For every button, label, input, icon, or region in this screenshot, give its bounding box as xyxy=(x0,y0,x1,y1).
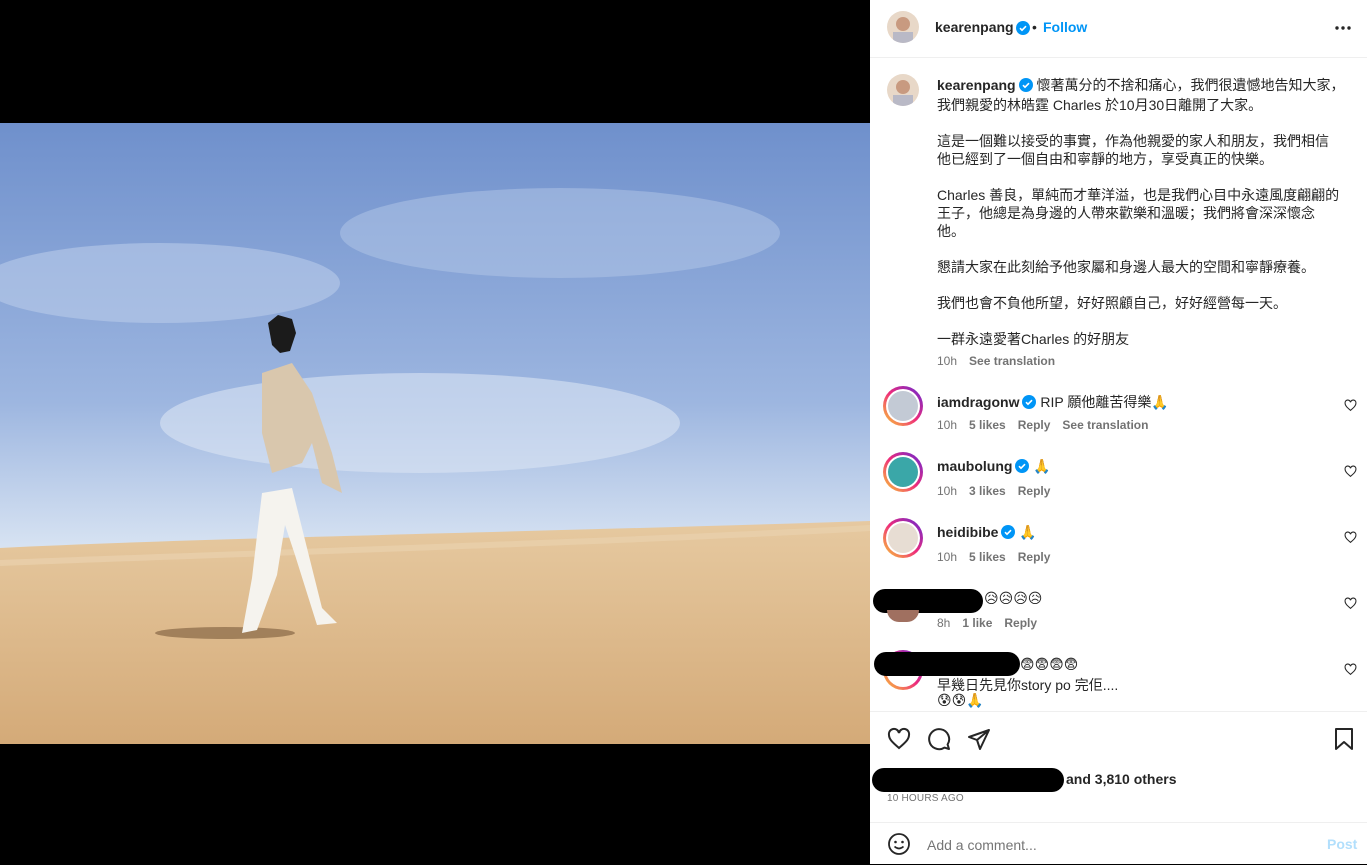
caption-line: 一群永遠愛著Charles 的好朋友 xyxy=(937,331,1130,347)
caption-username[interactable]: kearenpang xyxy=(937,77,1016,93)
comment-likes[interactable]: 5 likes xyxy=(969,418,1006,432)
reply-button[interactable]: Reply xyxy=(1018,484,1051,498)
caption-avatar[interactable] xyxy=(887,74,919,106)
comment-2: maubolung 🙏 xyxy=(937,458,1051,476)
like-icon[interactable] xyxy=(887,727,911,756)
verified-icon xyxy=(1001,525,1016,542)
comment-meta: 10h 5 likes Reply See translation xyxy=(937,418,1160,432)
comment-time: 10h xyxy=(937,484,958,498)
comment-meta: 10h 3 likes Reply xyxy=(937,484,1062,498)
comment-username[interactable]: heidibibe xyxy=(937,524,998,540)
media-viewer xyxy=(0,0,870,864)
comment-text: 😨😨😨😨 xyxy=(1020,656,1079,672)
bookmark-icon[interactable] xyxy=(1333,727,1355,756)
comment-avatar[interactable] xyxy=(883,518,923,558)
more-options-icon[interactable] xyxy=(1333,18,1353,43)
post-timestamp: 10 HOURS AGO xyxy=(887,793,964,804)
comment-likes[interactable]: 1 like xyxy=(962,616,992,630)
like-comment-icon[interactable] xyxy=(1344,399,1357,417)
caption-line: 這是一個難以接受的事實，作為他親愛的家人和朋友，我們相信 xyxy=(937,133,1329,149)
follow-button[interactable]: Follow xyxy=(1043,19,1087,35)
caption-line: 懷著萬分的不捨和痛心，我們很遺憾地告知大家， xyxy=(1036,77,1345,93)
reply-button[interactable]: Reply xyxy=(1018,550,1051,564)
comment-3: heidibibe 🙏 xyxy=(937,524,1037,542)
comment-text: RIP 願他離苦得樂🙏 xyxy=(1040,394,1169,410)
comment-1: iamdragonw RIP 願他離苦得樂🙏 xyxy=(937,392,1169,412)
share-icon[interactable] xyxy=(967,727,991,756)
comment-icon[interactable] xyxy=(927,727,951,756)
verified-icon xyxy=(1016,21,1030,40)
verified-icon xyxy=(1015,459,1030,476)
post-comment-button[interactable]: Post xyxy=(1327,836,1357,852)
comment-likes[interactable]: 5 likes xyxy=(969,550,1006,564)
separator-dot: • xyxy=(1032,19,1037,35)
reply-button[interactable]: Reply xyxy=(1018,418,1051,432)
caption-meta: 10h See translation xyxy=(937,354,1347,368)
caption-line: 我們也會不負他所望，好好照顧自己，好好經營每一天。 xyxy=(937,295,1287,311)
comment-box: Post xyxy=(870,822,1367,865)
likes-count[interactable]: and 3,810 others xyxy=(1066,771,1177,787)
comment-avatar[interactable] xyxy=(883,386,923,426)
see-translation-link[interactable]: See translation xyxy=(969,354,1055,368)
emoji-icon[interactable] xyxy=(887,832,911,861)
redacted-likers xyxy=(872,768,1064,792)
author-avatar[interactable] xyxy=(887,11,919,43)
like-comment-icon[interactable] xyxy=(1344,663,1357,681)
comment-text: 🙏 xyxy=(1033,458,1051,474)
caption-time: 10h xyxy=(937,354,958,368)
comment-likes[interactable]: 3 likes xyxy=(969,484,1006,498)
post-panel: kearenpang • Follow kearenpang 懷著萬分的不捨和痛… xyxy=(870,0,1367,864)
comment-text-line3: 😰😰🙏 xyxy=(937,692,984,708)
comment-text: 😥😥😥😥 xyxy=(984,590,1043,606)
verified-icon xyxy=(1022,395,1037,412)
author-username[interactable]: kearenpang xyxy=(935,19,1014,35)
comment-time: 10h xyxy=(937,418,958,432)
comment-time: 10h xyxy=(937,550,958,564)
caption-line: Charles 善良，單純而才華洋溢，也是我們心目中永遠風度翩翩的 xyxy=(937,187,1340,203)
like-comment-icon[interactable] xyxy=(1344,597,1357,615)
comment-username[interactable]: maubolung xyxy=(937,458,1012,474)
like-comment-icon[interactable] xyxy=(1344,465,1357,483)
like-comment-icon[interactable] xyxy=(1344,531,1357,549)
redacted-username xyxy=(874,652,1020,676)
comment-meta: 8h 1 like Reply xyxy=(937,616,1049,630)
comment-avatar[interactable] xyxy=(887,610,919,622)
caption-line: 我們親愛的林皓霆 Charles 於10月30日離開了大家。 xyxy=(937,97,1263,113)
see-translation-link[interactable]: See translation xyxy=(1062,418,1148,432)
caption-line: 他已經到了一個自由和寧靜的地方，享受真正的快樂。 xyxy=(937,151,1273,167)
verified-icon xyxy=(1018,78,1033,96)
caption-line: 王子，他總是為身邊的人帶來歡樂和溫暖；我們將會深深懷念 xyxy=(937,205,1315,221)
comment-input[interactable] xyxy=(925,833,1299,857)
post-header: kearenpang • Follow xyxy=(870,0,1367,58)
comment-meta: 10h 5 likes Reply xyxy=(937,550,1062,564)
post-caption: kearenpang 懷著萬分的不捨和痛心，我們很遺憾地告知大家， 我們親愛的林… xyxy=(937,76,1347,368)
comment-time: 8h xyxy=(937,616,951,630)
comment-username[interactable]: iamdragonw xyxy=(937,394,1019,410)
post-photo[interactable] xyxy=(0,123,870,744)
reply-button[interactable]: Reply xyxy=(1004,616,1037,630)
comment-text: 🙏 xyxy=(1019,524,1037,540)
caption-line: 懇請大家在此刻給予他家屬和身邊人最大的空間和寧靜療養。 xyxy=(937,259,1315,275)
post-actions: and 3,810 others 10 HOURS AGO xyxy=(870,711,1367,822)
comment-avatar[interactable] xyxy=(883,452,923,492)
caption-line: 他。 xyxy=(937,223,965,239)
